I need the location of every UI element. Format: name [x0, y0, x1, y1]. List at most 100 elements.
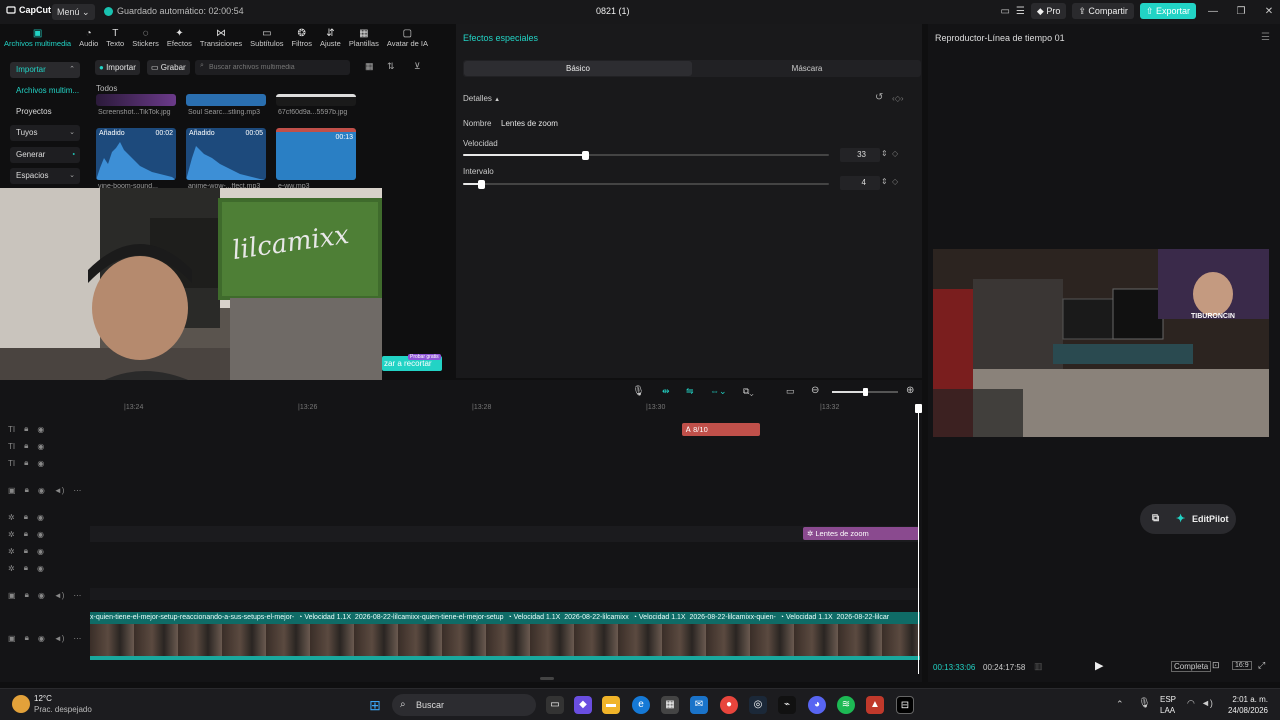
- taskbar-search-box[interactable]: ⌕ Buscar: [392, 694, 536, 716]
- eye-icon[interactable]: ◉: [37, 425, 44, 434]
- spotify-icon[interactable]: ≋: [837, 696, 855, 714]
- tab-mask[interactable]: Máscara: [693, 61, 921, 76]
- list-icon[interactable]: ☰: [1016, 6, 1025, 17]
- sidebar-item-yours[interactable]: Tuyos ⌄: [10, 125, 80, 141]
- stepper-icon[interactable]: ⇕: [881, 149, 888, 158]
- tab-transitions[interactable]: ⋈ Transiciones: [196, 24, 246, 52]
- video-preview[interactable]: TIBURONCIN: [933, 249, 1269, 437]
- outlook-icon[interactable]: ✉: [690, 696, 708, 714]
- lock-icon[interactable]: 🔒︎: [24, 563, 28, 573]
- media-search-input[interactable]: [195, 60, 350, 75]
- more-icon[interactable]: ⋯: [73, 486, 81, 495]
- filter-icon[interactable]: ⊻: [414, 61, 421, 72]
- timeline-zoom-handle[interactable]: [863, 388, 868, 396]
- eye-icon[interactable]: ◉: [37, 564, 44, 573]
- eye-icon[interactable]: ◉: [37, 547, 44, 556]
- steam-icon[interactable]: ◎: [749, 696, 767, 714]
- waveform-toggle-icon[interactable]: ▥: [1034, 661, 1043, 672]
- keyframe-icon[interactable]: ◇: [892, 177, 898, 186]
- tab-adjust[interactable]: ⇵ Ajuste: [316, 24, 345, 52]
- keyframe-icon[interactable]: ◇: [892, 149, 898, 158]
- tab-effects[interactable]: ✦ Efectos: [163, 24, 196, 52]
- timeline-scrollbar[interactable]: [540, 677, 554, 680]
- eye-icon[interactable]: ◉: [37, 513, 44, 522]
- editpilot-button[interactable]: ⧉ ✦ EditPilot: [1140, 504, 1236, 534]
- playhead-handle[interactable]: [915, 404, 922, 413]
- microphone-tray-icon[interactable]: 🎙: [1138, 698, 1151, 709]
- chevron-up-icon[interactable]: ⌃: [1116, 699, 1124, 710]
- copilot-icon[interactable]: ◆: [574, 696, 592, 714]
- sort-icon[interactable]: ⇅: [387, 61, 395, 72]
- time-ruler[interactable]: |13:24 |13:26 |13:28 |13:30 |13:32: [90, 404, 920, 414]
- rating-text-clip[interactable]: Ꭺ 8/10: [682, 423, 760, 436]
- lock-icon[interactable]: 🔒︎: [25, 485, 29, 495]
- lock-icon[interactable]: 🔒︎: [25, 633, 29, 643]
- more-icon[interactable]: ⋯: [73, 591, 81, 600]
- close-icon[interactable]: ✕: [1258, 6, 1280, 17]
- media-thumbnail-audio[interactable]: 00:13: [276, 128, 356, 180]
- store-icon[interactable]: ▦: [661, 696, 679, 714]
- play-icon[interactable]: ▶: [1095, 659, 1103, 672]
- eye-icon[interactable]: ◉: [38, 486, 45, 495]
- preview-axis-icon[interactable]: ⧉⌄: [743, 386, 754, 397]
- file-explorer-icon[interactable]: ▬: [602, 696, 620, 714]
- tab-audio[interactable]: ◔ Audio: [75, 24, 102, 52]
- interval-input[interactable]: 4: [840, 176, 880, 190]
- speed-input[interactable]: 33: [840, 148, 880, 162]
- more-icon[interactable]: ⋯: [73, 634, 81, 643]
- aspect-ratio-button[interactable]: 16:9: [1232, 661, 1252, 670]
- media-thumbnail[interactable]: [276, 94, 356, 106]
- clock-date[interactable]: 24/08/2026: [1228, 706, 1268, 715]
- lock-icon[interactable]: 🔒︎: [24, 546, 28, 556]
- full-quality-button[interactable]: Completa: [1171, 661, 1212, 672]
- keyframe-prev-icon[interactable]: ‹◇›: [892, 94, 903, 103]
- eye-icon[interactable]: ◉: [37, 442, 44, 451]
- app-icon[interactable]: ▲: [866, 696, 884, 714]
- task-view-icon[interactable]: ▭: [546, 696, 564, 714]
- capcut-taskbar-icon[interactable]: ⌁: [778, 696, 796, 714]
- eye-icon[interactable]: ◉: [38, 634, 45, 643]
- volume-icon[interactable]: ◄): [1201, 698, 1213, 708]
- main-video-filmstrip[interactable]: [90, 624, 920, 660]
- interval-slider[interactable]: [463, 183, 829, 185]
- lock-icon[interactable]: 🔒︎: [25, 590, 29, 600]
- export-button[interactable]: ⇧ Exportar: [1139, 3, 1196, 19]
- media-thumbnail[interactable]: [96, 94, 176, 106]
- speaker-icon[interactable]: ◄): [54, 591, 65, 600]
- clock-time[interactable]: 2:01 a. m.: [1232, 695, 1268, 704]
- speaker-icon[interactable]: ◄): [54, 486, 65, 495]
- media-thumbnail-audio[interactable]: Añadido 00:02: [96, 128, 176, 180]
- sidebar-item-media[interactable]: Archivos multim...: [10, 83, 80, 99]
- sidebar-item-generate[interactable]: Generar ⬩: [10, 147, 80, 163]
- link-icon[interactable]: ⇹: [662, 386, 670, 397]
- fullscreen-icon[interactable]: ⤢: [1258, 660, 1265, 671]
- sidebar-item-subprojects[interactable]: Proyectos secun...: [10, 104, 80, 132]
- menu-button[interactable]: Menú ⌄: [52, 4, 95, 20]
- tab-templates[interactable]: ▦ Plantillas: [345, 24, 383, 52]
- microphone-icon[interactable]: 🎙: [632, 386, 645, 397]
- zoom-in-icon[interactable]: ⊕: [906, 385, 914, 396]
- sidebar-item-spaces[interactable]: Espacios ⌄: [10, 168, 80, 184]
- magnet-icon[interactable]: ⇋: [686, 386, 694, 397]
- pro-button[interactable]: ◆ Pro: [1030, 3, 1067, 19]
- eye-icon[interactable]: ◉: [37, 530, 44, 539]
- import-button[interactable]: ● Importar: [95, 60, 140, 75]
- share-button[interactable]: ⇪ Compartir: [1072, 3, 1134, 19]
- capcut-active-icon[interactable]: ⊟: [896, 696, 914, 714]
- discord-icon[interactable]: ◕: [808, 696, 826, 714]
- project-title[interactable]: 0821 (1): [596, 6, 630, 16]
- eye-icon[interactable]: ◉: [37, 459, 44, 468]
- lock-icon[interactable]: 🔒︎: [24, 441, 28, 451]
- tab-media[interactable]: ▣ Archivos multimedia: [0, 24, 75, 52]
- grid-view-icon[interactable]: ▦: [365, 61, 374, 72]
- details-header[interactable]: Detalles ▲: [463, 94, 500, 103]
- tab-stickers[interactable]: ◌ Stickers: [128, 24, 163, 52]
- media-thumbnail-audio[interactable]: Añadido 00:05: [186, 128, 266, 180]
- chrome-icon[interactable]: ●: [720, 696, 738, 714]
- tab-text[interactable]: T Texto: [102, 24, 128, 52]
- reset-icon[interactable]: ↺: [875, 92, 883, 103]
- interval-slider-handle[interactable]: [478, 180, 485, 189]
- zoom-effect-clip[interactable]: ✲ Lentes de zoom: [803, 527, 919, 540]
- record-button[interactable]: ▭ Grabar: [147, 60, 190, 75]
- eye-icon[interactable]: ◉: [38, 591, 45, 600]
